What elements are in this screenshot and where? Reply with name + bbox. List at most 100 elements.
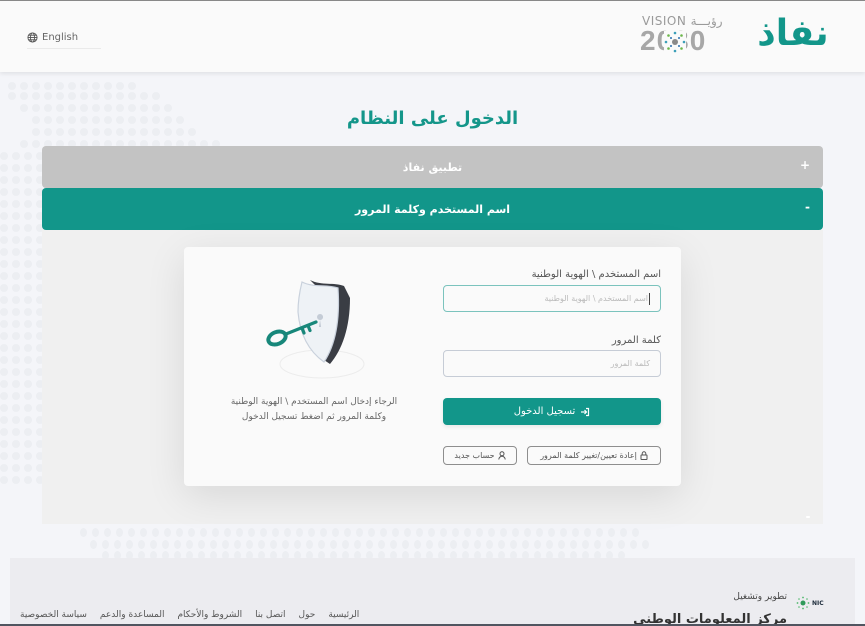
decorative-dot (188, 528, 195, 537)
decorative-dot (24, 464, 32, 472)
decorative-dot (8, 92, 16, 100)
decorative-dot (24, 200, 32, 208)
decorative-dot (258, 540, 265, 549)
decorative-dot (12, 320, 20, 328)
footer-link-terms[interactable]: الشروط والأحكام (177, 610, 242, 620)
decorative-dot (452, 528, 459, 537)
decorative-dot (0, 440, 8, 448)
decorative-dot (200, 528, 207, 537)
decorative-dot (558, 540, 565, 549)
decorative-dot (596, 528, 603, 537)
decorative-dot (12, 440, 20, 448)
decorative-dot (0, 464, 8, 472)
decorative-dot (0, 260, 8, 268)
decorative-dot (0, 332, 8, 340)
decorative-dot (12, 332, 20, 340)
sign-in-icon (581, 407, 590, 416)
decorative-dot (24, 392, 32, 400)
decorative-dot (0, 224, 8, 232)
decorative-dot (56, 128, 64, 136)
site-footer: تطوير وتشغيل NIC مركز المعلومات الوطني ا… (10, 558, 855, 626)
language-switcher[interactable]: English (27, 26, 101, 49)
decorative-dot (12, 212, 20, 220)
login-button[interactable]: تسجيل الدخول (443, 398, 661, 425)
language-label: English (42, 31, 79, 43)
decorative-dot (24, 344, 32, 352)
decorative-dot (582, 540, 589, 549)
decorative-dot (392, 528, 399, 537)
decorative-dot (164, 128, 172, 136)
decorative-dot (0, 452, 8, 460)
decorative-dot (12, 452, 20, 460)
decorative-dot (354, 540, 361, 549)
decorative-dot (0, 188, 8, 196)
password-label: كلمة المرور (611, 335, 661, 346)
decorative-dot (20, 140, 28, 148)
username-label: اسم المستخدم \ الهوية الوطنية (531, 269, 661, 280)
decorative-dot (114, 540, 121, 549)
decorative-dot (12, 176, 20, 184)
decorative-dot (642, 540, 649, 549)
decorative-dot (12, 476, 20, 484)
decorative-dot (176, 528, 183, 537)
decorative-dot (90, 540, 97, 549)
decorative-dot (92, 82, 100, 90)
decorative-dot (0, 152, 8, 160)
footer-link-home[interactable]: الرئيسية (328, 610, 359, 620)
reset-password-label: إعادة تعيين/تغيير كلمة المرور (540, 451, 637, 460)
decorative-dot (128, 528, 135, 537)
decorative-dot (498, 540, 505, 549)
reset-password-button[interactable]: إعادة تعيين/تغيير كلمة المرور (527, 446, 661, 465)
decorative-dot (116, 528, 123, 537)
nic-logo[interactable]: NIC (796, 595, 840, 611)
decorative-dot (12, 260, 20, 268)
decorative-dot (128, 92, 136, 100)
decorative-dot (152, 528, 159, 537)
decorative-dot (570, 540, 577, 549)
text-cursor (649, 292, 650, 305)
decorative-dot (152, 128, 160, 136)
decorative-dot (306, 540, 313, 549)
accordion-nafath-app[interactable]: تطبيق نفاذ + (42, 146, 823, 188)
decorative-dot (24, 404, 32, 412)
lock-icon (640, 451, 648, 460)
username-input[interactable]: اسم المستخدم \ الهوية الوطنية (443, 285, 661, 312)
decorative-dot (176, 128, 184, 136)
password-input[interactable]: كلمة المرور (443, 350, 661, 377)
vision-2030-logo: VISION رؤيـــة 2030 (640, 11, 732, 59)
decorative-dot (68, 82, 76, 90)
footer-link-privacy[interactable]: سياسة الخصوصية (20, 610, 87, 620)
accordion-label: اسم المستخدم وكلمة المرور (354, 202, 511, 216)
decorative-dot (140, 528, 147, 537)
decorative-dot (0, 428, 8, 436)
expand-icon: + (799, 158, 810, 172)
decorative-dot (380, 528, 387, 537)
footer-link-support[interactable]: المساعدة والدعم (100, 610, 165, 620)
decorative-dot (12, 296, 20, 304)
nafath-logo[interactable]: نفاذ (752, 10, 834, 58)
decorative-dot (234, 540, 241, 549)
decorative-dot-pattern-bottom (0, 520, 865, 560)
decorative-dot (104, 92, 112, 100)
decorative-dot (0, 248, 8, 256)
decorative-dot (428, 528, 435, 537)
decorative-dot (524, 528, 531, 537)
decorative-dot (24, 296, 32, 304)
password-placeholder: كلمة المرور (610, 359, 650, 368)
decorative-dot (450, 540, 457, 549)
footer-link-about[interactable]: حول (299, 610, 316, 620)
decorative-dot (24, 188, 32, 196)
decorative-dot (126, 540, 133, 549)
decorative-dot (476, 528, 483, 537)
footer-link-contact[interactable]: اتصل بنا (255, 610, 285, 620)
new-account-button[interactable]: حساب جديد (443, 446, 517, 465)
decorative-dot (138, 540, 145, 549)
decorative-dot (534, 540, 541, 549)
nic-logo-text: NIC (812, 599, 824, 607)
decorative-dot (222, 540, 229, 549)
decorative-dot (260, 528, 267, 537)
accordion-username-password[interactable]: اسم المستخدم وكلمة المرور - (42, 188, 823, 230)
decorative-dot (104, 82, 112, 90)
decorative-dot (188, 128, 196, 136)
site-header: English VISION رؤيـــة 2030 نفاذ (0, 1, 865, 72)
